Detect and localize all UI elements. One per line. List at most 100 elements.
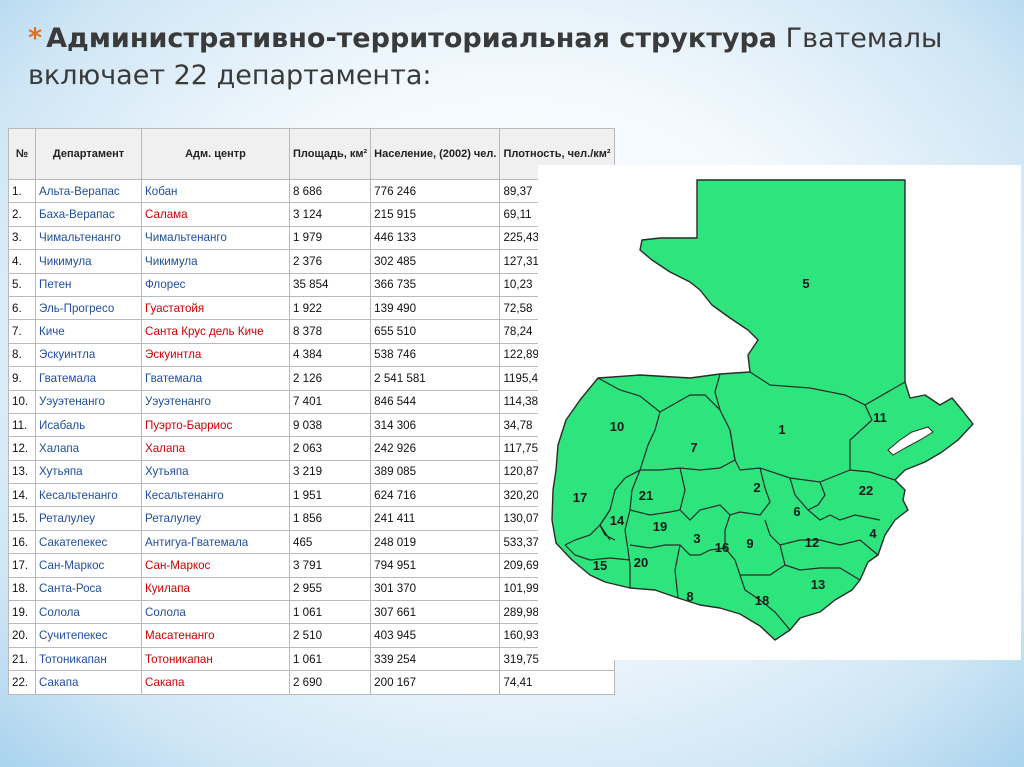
cell-num: 13. xyxy=(8,459,36,485)
cell-num: 2. xyxy=(8,202,36,227)
map-label-3: 3 xyxy=(693,531,700,546)
cell-num: 5. xyxy=(8,272,36,297)
table-row: 9. Гватемала Гватемала 2 126 2 541 581 1195,4… xyxy=(8,366,615,391)
table-row: 4. Чикимула Чикимула 2 376 302 485 127,31 xyxy=(8,249,615,274)
cell-department[interactable]: Кесальтенанго xyxy=(35,483,142,508)
cell-num: 17. xyxy=(8,553,36,578)
table-row: 2. Баха-Верапас Салама 3 124 215 915 69,11 xyxy=(8,202,615,227)
cell-num: 21. xyxy=(8,646,36,672)
cell-area: 35 854 xyxy=(288,272,372,297)
table-row: 20. Сучитепекес Масатенанго 2 510 403 945 160… xyxy=(8,623,615,648)
cell-department[interactable]: Халапа xyxy=(35,436,142,461)
cell-center[interactable]: Гватемала xyxy=(141,366,290,391)
table-row: 22. Сакапа Сакапа 2 690 200 167 74,41 xyxy=(8,670,615,695)
cell-department[interactable]: Сан-Маркос xyxy=(35,553,142,578)
map-svg: 123 456789101112131415161718192021 22 xyxy=(551,179,974,641)
cell-department[interactable]: Сакатепекес xyxy=(35,529,142,555)
cell-population: 624 716 xyxy=(370,483,501,508)
map-label-7: 7 xyxy=(690,440,697,455)
table-row: 10. Уэуэтенанго Уэуэтенанго 7 401 846 544 114… xyxy=(8,389,615,414)
cell-center[interactable]: Гуастатойя xyxy=(141,295,290,321)
cell-department[interactable]: Альта-Верапас xyxy=(35,178,142,204)
cell-center[interactable]: Чимальтенанго xyxy=(141,225,290,251)
cell-department[interactable]: Эскуинтла xyxy=(35,342,142,368)
cell-department[interactable]: Чимальтенанго xyxy=(35,225,142,251)
header-area: Площадь, км² xyxy=(288,128,372,180)
cell-department[interactable]: Чикимула xyxy=(35,249,142,274)
cell-department[interactable]: Санта-Роса xyxy=(35,576,142,602)
cell-center[interactable]: Куилапа xyxy=(141,576,290,602)
cell-center[interactable]: Хутьяпа xyxy=(141,459,290,485)
cell-center[interactable]: Кесальтенанго xyxy=(141,483,290,508)
cell-center[interactable]: Пуэрто-Барриос xyxy=(141,412,290,438)
cell-num: 1. xyxy=(8,178,36,204)
cell-center[interactable]: Санта Крус дель Киче xyxy=(141,319,290,344)
slide-title: * Административно-территориальная структу… xyxy=(28,20,988,94)
cell-num: 15. xyxy=(8,506,36,531)
cell-center[interactable]: Чикимула xyxy=(141,249,290,274)
cell-department[interactable]: Эль-Прогресо xyxy=(35,295,142,321)
cell-department[interactable]: Киче xyxy=(35,319,142,344)
header-center: Адм. центр xyxy=(141,128,290,180)
table-row: 7. Киче Санта Крус дель Киче 8 378 655 510 78… xyxy=(8,319,615,344)
cell-department[interactable]: Реталулеу xyxy=(35,506,142,531)
cell-area: 1 979 xyxy=(288,225,372,251)
cell-num: 16. xyxy=(8,529,36,555)
cell-num: 18. xyxy=(8,576,36,602)
cell-center[interactable]: Халапа xyxy=(141,436,290,461)
cell-center[interactable]: Кобан xyxy=(141,178,290,204)
cell-population: 655 510 xyxy=(370,319,501,344)
cell-population: 776 246 xyxy=(370,178,501,204)
cell-center[interactable]: Сакапа xyxy=(141,670,290,695)
cell-area: 1 061 xyxy=(288,646,372,672)
map-label-14: 14 xyxy=(610,513,625,528)
cell-department[interactable]: Петен xyxy=(35,272,142,297)
cell-population: 339 254 xyxy=(370,646,501,672)
cell-center[interactable]: Сан-Маркос xyxy=(141,553,290,578)
cell-population: 301 370 xyxy=(370,576,501,602)
table-header-row: № Департамент Адм. центр Площадь, км² На… xyxy=(8,128,615,180)
table-row: 11. Исабаль Пуэрто-Барриос 9 038 314 306 34,7… xyxy=(8,412,615,438)
cell-department[interactable]: Уэуэтенанго xyxy=(35,389,142,414)
cell-center[interactable]: Антигуа-Гватемала xyxy=(141,529,290,555)
cell-num: 9. xyxy=(8,366,36,391)
cell-population: 242 926 xyxy=(370,436,501,461)
cell-area: 2 126 xyxy=(288,366,372,391)
cell-population: 314 306 xyxy=(370,412,501,438)
cell-department[interactable]: Тотоникапан xyxy=(35,646,142,672)
map-label-10: 10 xyxy=(610,419,624,434)
cell-population: 139 490 xyxy=(370,295,501,321)
cell-department[interactable]: Гватемала xyxy=(35,366,142,391)
header-num: № xyxy=(8,128,36,180)
cell-population: 302 485 xyxy=(370,249,501,274)
cell-center[interactable]: Реталулеу xyxy=(141,506,290,531)
cell-department[interactable]: Хутьяпа xyxy=(35,459,142,485)
cell-department[interactable]: Солола xyxy=(35,600,142,625)
cell-num: 3. xyxy=(8,225,36,251)
cell-area: 3 219 xyxy=(288,459,372,485)
cell-center[interactable]: Салама xyxy=(141,202,290,227)
cell-center[interactable]: Флорес xyxy=(141,272,290,297)
cell-population: 403 945 xyxy=(370,623,501,648)
cell-department[interactable]: Исабаль xyxy=(35,412,142,438)
cell-area: 1 922 xyxy=(288,295,372,321)
title-bold: Административно-территориальная структур… xyxy=(46,23,778,54)
cell-density: 74,41 xyxy=(499,670,615,695)
cell-center[interactable]: Тотоникапан xyxy=(141,646,290,672)
table-row: 8. Эскуинтла Эскуинтла 4 384 538 746 122,89 xyxy=(8,342,615,368)
table-row: 14. Кесальтенанго Кесальтенанго 1 951 624 71… xyxy=(8,483,615,508)
cell-num: 7. xyxy=(8,319,36,344)
table-row: 21. Тотоникапан Тотоникапан 1 061 339 254 319… xyxy=(8,646,615,672)
header-population: Население, (2002) чел. xyxy=(370,128,501,180)
cell-center[interactable]: Эскуинтла xyxy=(141,342,290,368)
map-label-16: 16 xyxy=(715,540,729,555)
cell-department[interactable]: Баха-Верапас xyxy=(35,202,142,227)
cell-population: 846 544 xyxy=(370,389,501,414)
map-label-20: 20 xyxy=(634,555,648,570)
cell-center[interactable]: Уэуэтенанго xyxy=(141,389,290,414)
cell-center[interactable]: Солола xyxy=(141,600,290,625)
map-label-22: 22 xyxy=(859,483,873,498)
cell-department[interactable]: Сакапа xyxy=(35,670,142,695)
cell-center[interactable]: Масатенанго xyxy=(141,623,290,648)
cell-department[interactable]: Сучитепекес xyxy=(35,623,142,648)
